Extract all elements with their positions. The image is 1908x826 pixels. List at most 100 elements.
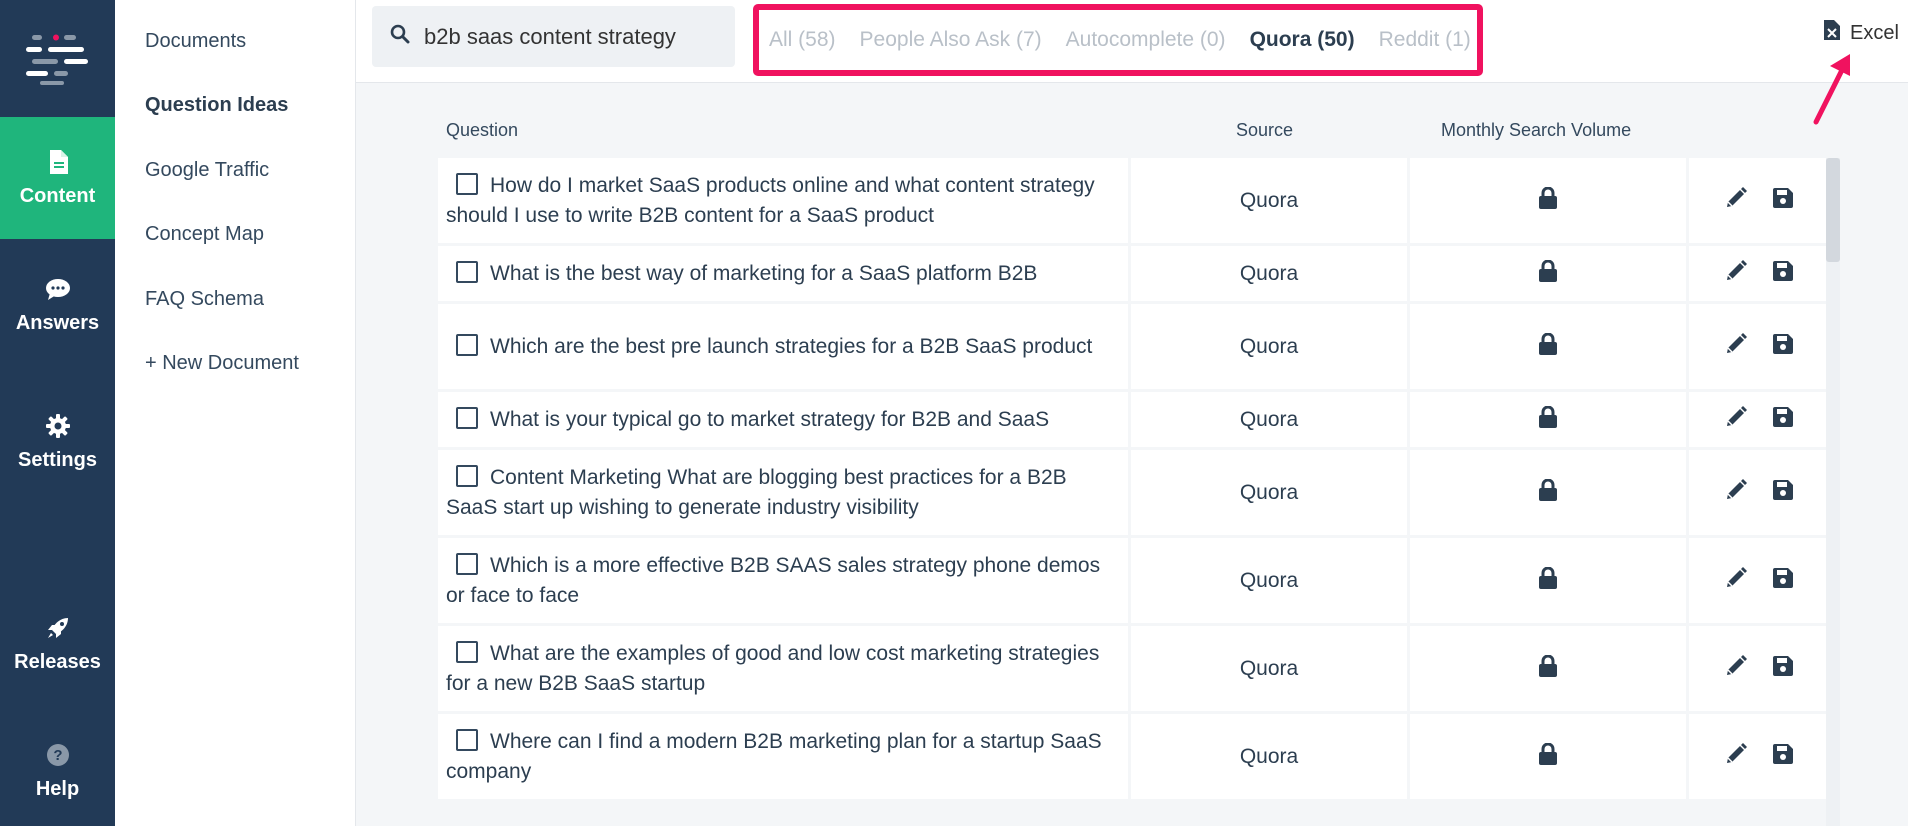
- subnav-item-concept-map[interactable]: Concept Map: [145, 223, 264, 246]
- rail-item-help[interactable]: ? Help: [0, 742, 115, 801]
- source-cell: Quora: [1131, 626, 1407, 711]
- subnav-item-documents[interactable]: Documents: [145, 30, 246, 53]
- actions-cell: [1689, 538, 1828, 623]
- scrollbar-thumb[interactable]: [1826, 158, 1840, 262]
- save-floppy-icon[interactable]: [1772, 656, 1793, 681]
- save-floppy-icon[interactable]: [1772, 744, 1793, 769]
- edit-pencil-icon[interactable]: [1725, 260, 1747, 287]
- tab-quora[interactable]: Quora (50): [1250, 28, 1355, 52]
- edit-pencil-icon[interactable]: [1725, 406, 1747, 433]
- svg-text:?: ?: [53, 747, 62, 764]
- column-header-question[interactable]: Question: [446, 120, 518, 141]
- save-floppy-icon[interactable]: [1772, 261, 1793, 286]
- edit-pencil-icon[interactable]: [1725, 655, 1747, 682]
- column-header-source[interactable]: Source: [1236, 120, 1293, 141]
- rail-item-settings[interactable]: Settings: [0, 413, 115, 472]
- row-checkbox[interactable]: [456, 406, 478, 429]
- rocket-icon: [45, 615, 71, 641]
- row-checkbox[interactable]: [456, 172, 478, 195]
- source-cell: Quora: [1131, 304, 1407, 389]
- tab-autocomplete[interactable]: Autocomplete (0): [1066, 28, 1226, 52]
- tab-people-also-ask[interactable]: People Also Ask (7): [860, 28, 1042, 52]
- source-cell: Quora: [1131, 714, 1407, 799]
- subnav-item-faq-schema[interactable]: FAQ Schema: [145, 288, 264, 311]
- question-cell: What are the examples of good and low co…: [438, 626, 1128, 711]
- actions-cell: [1689, 158, 1828, 243]
- row-checkbox[interactable]: [456, 728, 478, 751]
- question-text: What is your typical go to market strate…: [490, 407, 1050, 431]
- row-checkbox[interactable]: [456, 333, 478, 356]
- tab-reddit[interactable]: Reddit (1): [1379, 28, 1471, 52]
- question-cell: Which are the best pre launch strategies…: [438, 304, 1128, 389]
- save-floppy-icon[interactable]: [1772, 480, 1793, 505]
- table-row: How do I market SaaS products online and…: [438, 158, 1840, 243]
- subnav-item-google-traffic[interactable]: Google Traffic: [145, 159, 269, 182]
- save-floppy-icon[interactable]: [1772, 334, 1793, 359]
- question-cell: How do I market SaaS products online and…: [438, 158, 1128, 243]
- rail-item-label: Help: [35, 778, 80, 800]
- row-checkbox[interactable]: [456, 464, 478, 487]
- excel-export-button[interactable]: Excel: [1824, 20, 1899, 46]
- volume-cell: [1410, 538, 1686, 623]
- question-cell: What is your typical go to market strate…: [438, 392, 1128, 447]
- table-row: What is the best way of marketing for a …: [438, 246, 1840, 301]
- lock-icon[interactable]: [1539, 478, 1557, 506]
- rail-item-label: Releases: [14, 651, 101, 673]
- actions-cell: [1689, 246, 1828, 301]
- edit-pencil-icon[interactable]: [1725, 333, 1747, 360]
- lock-icon[interactable]: [1539, 742, 1557, 770]
- table-scrollbar[interactable]: [1826, 158, 1840, 826]
- question-text: Where can I find a modern B2B marketing …: [446, 729, 1102, 783]
- volume-cell: [1410, 392, 1686, 447]
- table-row: What are the examples of good and low co…: [438, 626, 1840, 711]
- question-text: What is the best way of marketing for a …: [490, 261, 1038, 285]
- rail-item-answers[interactable]: Answers: [0, 276, 115, 335]
- source-cell: Quora: [1131, 538, 1407, 623]
- table-row: What is your typical go to market strate…: [438, 392, 1840, 447]
- source-cell: Quora: [1131, 392, 1407, 447]
- lock-icon[interactable]: [1539, 654, 1557, 682]
- column-header-volume[interactable]: Monthly Search Volume: [1441, 120, 1631, 141]
- save-floppy-icon[interactable]: [1772, 407, 1793, 432]
- lock-icon[interactable]: [1539, 405, 1557, 433]
- row-checkbox[interactable]: [456, 552, 478, 575]
- actions-cell: [1689, 714, 1828, 799]
- actions-cell: [1689, 626, 1828, 711]
- subnav-item-question-ideas[interactable]: Question Ideas: [145, 94, 288, 117]
- lock-icon[interactable]: [1539, 332, 1557, 360]
- source-cell: Quora: [1131, 450, 1407, 535]
- rail-item-label: Answers: [15, 312, 100, 334]
- edit-pencil-icon[interactable]: [1725, 479, 1747, 506]
- search-box: [372, 6, 735, 67]
- rail-item-label: Content: [19, 184, 96, 207]
- edit-pencil-icon[interactable]: [1725, 187, 1747, 214]
- actions-cell: [1689, 450, 1828, 535]
- subnav-item-new-document[interactable]: + New Document: [145, 352, 299, 375]
- app-logo[interactable]: [0, 0, 115, 117]
- save-floppy-icon[interactable]: [1772, 188, 1793, 213]
- lock-icon[interactable]: [1539, 566, 1557, 594]
- edit-pencil-icon[interactable]: [1725, 567, 1747, 594]
- top-bar: All (58) People Also Ask (7) Autocomplet…: [356, 0, 1908, 83]
- document-icon: [45, 149, 71, 175]
- lock-icon[interactable]: [1539, 259, 1557, 287]
- question-circle-icon: ?: [45, 742, 71, 768]
- search-input[interactable]: [424, 23, 724, 50]
- questions-table: Question Source Monthly Search Volume Ho…: [438, 108, 1840, 802]
- volume-cell: [1410, 158, 1686, 243]
- edit-pencil-icon[interactable]: [1725, 743, 1747, 770]
- volume-cell: [1410, 246, 1686, 301]
- question-text: What are the examples of good and low co…: [446, 641, 1100, 695]
- rail-item-content[interactable]: Content: [0, 117, 115, 239]
- source-cell: Quora: [1131, 158, 1407, 243]
- rail-item-releases[interactable]: Releases: [0, 615, 115, 674]
- lock-icon[interactable]: [1539, 186, 1557, 214]
- row-checkbox[interactable]: [456, 260, 478, 283]
- row-checkbox[interactable]: [456, 640, 478, 663]
- volume-cell: [1410, 304, 1686, 389]
- rail-item-label: Settings: [18, 449, 97, 471]
- tab-all[interactable]: All (58): [769, 28, 836, 52]
- save-floppy-icon[interactable]: [1772, 568, 1793, 593]
- excel-label: Excel: [1850, 21, 1899, 44]
- content-subnav: Documents Question Ideas Google Traffic …: [115, 0, 356, 826]
